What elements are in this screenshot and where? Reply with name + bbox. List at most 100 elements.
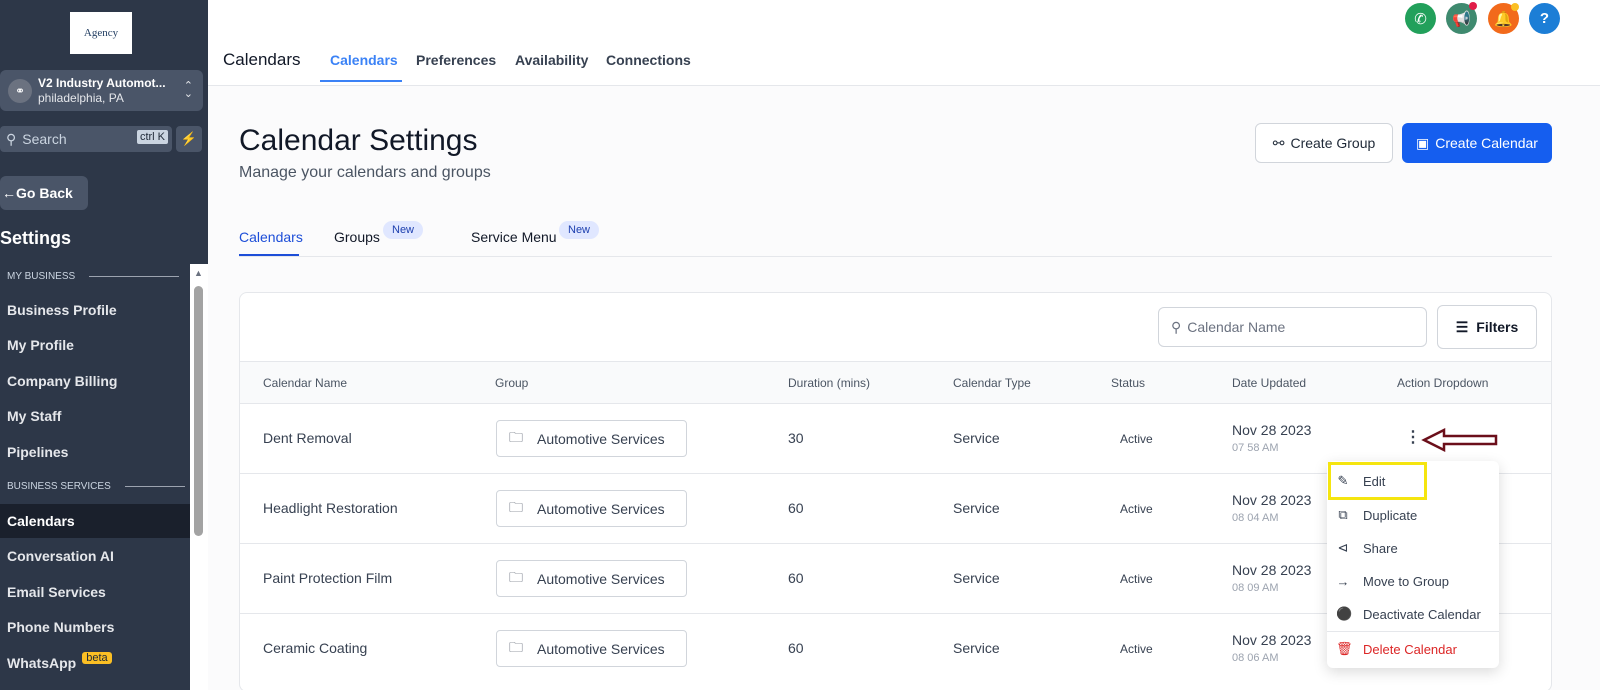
date-updated: Nov 28 2023 [1232, 632, 1312, 648]
menu-item-label: Duplicate [1363, 507, 1418, 523]
calendar-name[interactable]: Dent Removal [263, 430, 352, 446]
time-updated: 08 06 AM [1232, 652, 1279, 664]
subtab-groups[interactable]: Groups [334, 229, 380, 245]
folder-icon: 🗀 [509, 498, 523, 515]
new-badge: New [383, 221, 424, 239]
search-placeholder: Search [22, 131, 67, 147]
scroll-thumb[interactable] [194, 286, 203, 536]
col-calendar-type[interactable]: Calendar Type [953, 376, 1031, 390]
header-title: Calendars [223, 50, 301, 69]
sidebar-scrollbar[interactable]: ▲ [190, 264, 208, 690]
account-switcher[interactable]: ⚭ V2 Industry Automot... philadelphia, P… [0, 70, 203, 111]
search-icon: ⚲ [6, 130, 17, 147]
chevron-updown-icon: ⌃ ⌄ [183, 80, 193, 100]
account-location: philadelphia, PA [38, 90, 124, 105]
toggle-icon: ⚫ [1336, 606, 1353, 621]
section-business-services: BUSINESS SERVICES [7, 481, 185, 492]
col-duration[interactable]: Duration (mins) [788, 376, 870, 390]
create-group-button[interactable]: ⚯ Create Group [1255, 123, 1393, 163]
subtabs-divider [239, 256, 1552, 257]
lightning-icon[interactable]: ⚡ [176, 126, 202, 152]
time-updated: 07 58 AM [1232, 442, 1279, 454]
sidebar-item-email-services[interactable]: Email Services [0, 575, 190, 609]
sidebar: Agency ⚭ V2 Industry Automot... philadel… [0, 0, 208, 690]
menu-item-label: Delete Calendar [1363, 641, 1457, 657]
calendar-type: Service [953, 430, 1000, 446]
notification-dot [1469, 2, 1477, 10]
active-subtab-underline [239, 254, 299, 256]
menu-item-move-to-group[interactable]: → Move to Group [1327, 565, 1499, 597]
go-back-button[interactable]: ← Go Back [0, 176, 88, 210]
whatsapp-label: WhatsApp [7, 655, 77, 671]
col-action-dropdown: Action Dropdown [1397, 376, 1489, 390]
calendar-search-input[interactable]: ⚲ Calendar Name [1158, 307, 1427, 347]
filters-button[interactable]: ☰ Filters [1437, 305, 1537, 349]
calendar-name[interactable]: Headlight Restoration [263, 500, 398, 516]
menu-item-duplicate[interactable]: ⧉ Duplicate [1327, 499, 1499, 531]
sidebar-item-whatsapp[interactable]: WhatsApp beta [0, 646, 190, 680]
create-calendar-label: Create Calendar [1435, 135, 1538, 151]
tab-preferences[interactable]: Preferences [416, 52, 496, 68]
folder-icon: 🗀 [509, 428, 523, 445]
tab-connections[interactable]: Connections [606, 52, 691, 68]
arrow-right-icon: → [1336, 573, 1350, 589]
time-updated: 08 04 AM [1232, 512, 1279, 524]
account-name: V2 Industry Automot... [38, 75, 166, 90]
notification-dot [1511, 3, 1519, 11]
add-user-icon: ⚯ [1272, 134, 1285, 151]
agency-logo[interactable]: Agency [70, 12, 132, 54]
date-updated: Nov 28 2023 [1232, 492, 1312, 508]
col-status[interactable]: Status [1111, 376, 1145, 390]
calendar-type: Service [953, 500, 1000, 516]
page-title: Calendar Settings [239, 124, 478, 157]
scroll-up-icon[interactable]: ▲ [194, 268, 203, 278]
action-dropdown-icon[interactable]: ⋮ [1405, 427, 1421, 447]
col-date-updated[interactable]: Date Updated [1232, 376, 1306, 390]
location-icon: ⚭ [8, 78, 32, 103]
calendar-name[interactable]: Ceramic Coating [263, 640, 367, 656]
sidebar-item-company-billing[interactable]: Company Billing [0, 364, 190, 398]
subtab-service-menu[interactable]: Service Menu [471, 229, 557, 245]
phone-icon[interactable]: ✆ [1405, 3, 1436, 34]
sidebar-item-phone-numbers[interactable]: Phone Numbers [0, 610, 190, 644]
pencil-icon: ✎ [1337, 473, 1349, 488]
sidebar-item-my-staff[interactable]: My Staff [0, 399, 190, 433]
sidebar-item-conversation-ai[interactable]: Conversation AI [0, 539, 190, 573]
time-updated: 08 09 AM [1232, 582, 1279, 594]
folder-icon: 🗀 [509, 568, 523, 585]
status-badge: Active [1120, 572, 1153, 586]
menu-item-share[interactable]: ⊲ Share [1327, 532, 1499, 564]
tab-availability[interactable]: Availability [515, 52, 588, 68]
sidebar-item-pipelines[interactable]: Pipelines [0, 435, 190, 469]
calendar-name[interactable]: Paint Protection Film [263, 570, 392, 586]
help-icon[interactable]: ? [1529, 3, 1560, 34]
subtab-calendars[interactable]: Calendars [239, 229, 303, 245]
trash-icon: 🗑 [1336, 641, 1353, 656]
group-chip[interactable]: 🗀 Automotive Services [496, 630, 687, 667]
tab-calendars[interactable]: Calendars [330, 52, 398, 68]
sidebar-item-my-profile[interactable]: My Profile [0, 328, 190, 362]
date-updated: Nov 28 2023 [1232, 562, 1312, 578]
action-dropdown-menu: ✎ Edit ⧉ Duplicate ⊲ Share → Move to Gro… [1327, 461, 1499, 668]
menu-item-deactivate[interactable]: ⚫ Deactivate Calendar [1327, 598, 1499, 630]
menu-item-label: Move to Group [1363, 573, 1449, 589]
group-label: Automotive Services [537, 640, 665, 657]
col-group[interactable]: Group [495, 376, 528, 390]
arrow-left-icon: ← [2, 185, 16, 201]
date-updated: Nov 28 2023 [1232, 422, 1312, 438]
group-chip[interactable]: 🗀 Automotive Services [496, 490, 687, 527]
active-tab-underline [320, 80, 402, 82]
sidebar-search[interactable]: ⚲ Search ctrl K [0, 126, 172, 152]
sidebar-item-calendars[interactable]: Calendars [0, 504, 190, 538]
col-calendar-name[interactable]: Calendar Name [263, 376, 347, 390]
duration: 30 [788, 430, 804, 446]
share-icon: ⊲ [1337, 540, 1349, 555]
group-chip[interactable]: 🗀 Automotive Services [496, 420, 687, 457]
group-chip[interactable]: 🗀 Automotive Services [496, 560, 687, 597]
sidebar-item-business-profile[interactable]: Business Profile [0, 293, 190, 327]
menu-item-edit[interactable]: ✎ Edit [1328, 462, 1427, 500]
create-group-label: Create Group [1290, 135, 1376, 151]
menu-item-delete[interactable]: 🗑 Delete Calendar [1327, 633, 1499, 665]
create-calendar-button[interactable]: ▣ Create Calendar [1402, 123, 1552, 163]
duration: 60 [788, 500, 804, 516]
